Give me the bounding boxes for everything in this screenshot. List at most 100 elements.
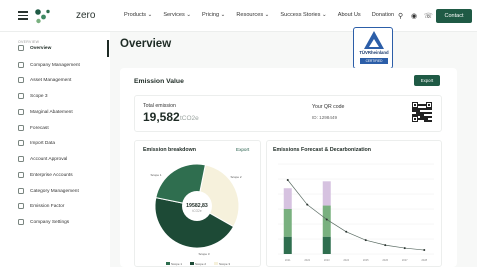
trend-line — [287, 179, 425, 251]
globe-icon[interactable]: ◉ — [411, 12, 417, 20]
pie-label: Scope 2 — [230, 175, 241, 179]
x-tick-label: 2026 — [382, 258, 388, 262]
badge-brand: TÜVRheinland — [359, 50, 389, 55]
search-icon[interactable]: ⚲ — [398, 12, 403, 20]
legend-swatch — [214, 262, 218, 265]
total-emission-label: Total emission — [143, 103, 176, 109]
nav-donation[interactable]: Donation — [372, 12, 394, 18]
legend-label: Scope 3 — [219, 262, 230, 266]
main-nav: Products ⌄ Services ⌄ Pricing ⌄ Resource… — [124, 12, 394, 18]
contact-button[interactable]: Contact — [436, 9, 472, 23]
top-navbar: zero Products ⌄ Services ⌄ Pricing ⌄ Res… — [0, 0, 477, 32]
x-tick-label: 2025 — [363, 258, 369, 262]
emission-value-title: Emission Value — [134, 78, 184, 85]
logo-text: zero — [76, 10, 96, 21]
sidebar-item-label: Overview — [30, 45, 52, 51]
scope-icon — [18, 93, 24, 99]
sidebar-item-company-management[interactable]: Company Management — [18, 59, 110, 71]
nav-about-us[interactable]: About Us — [338, 12, 361, 18]
legend-swatch — [166, 262, 170, 265]
sidebar-item-label: Import Data — [30, 140, 56, 146]
sidebar-item-emission-factor[interactable]: Emission Factor — [18, 200, 110, 212]
sidebar-item-forecast[interactable]: Forecast — [18, 122, 110, 134]
legend-swatch — [190, 262, 194, 265]
sidebar-item-label: Category Management — [30, 188, 79, 194]
target-icon — [18, 45, 24, 51]
x-tick-label: 2027 — [402, 258, 408, 262]
sidebar-item-scope-3[interactable]: Scope 3 — [18, 90, 110, 102]
emission-breakdown-pie-chart: 19582,83tCO2eScope 1 Scope 2Scope 3Scope … — [150, 163, 242, 266]
badge-certified: CERTIFIED — [360, 58, 388, 64]
user-check-icon — [18, 156, 24, 162]
sidebar-item-label: Account Approval — [30, 156, 68, 162]
emission-breakdown-title: Emission breakdown — [143, 147, 196, 153]
total-emission-value: 19,582 — [143, 110, 180, 124]
category-icon — [18, 188, 24, 194]
sidebar-item-enterprise-accounts[interactable]: Enterprise Accounts — [18, 169, 110, 181]
tuv-certified-badge: TÜVRheinland CERTIFIED — [353, 27, 393, 69]
legend-label: Scope 1 — [171, 262, 182, 266]
sidebar-item-marginal-abatement[interactable]: Marginal Abatement — [18, 106, 110, 118]
total-emission-unit: tCO2e — [180, 115, 199, 122]
bar-segment[interactable] — [322, 236, 331, 254]
total-emission-card — [134, 95, 442, 132]
forecast-icon — [18, 125, 24, 131]
enterprise-icon — [18, 172, 24, 178]
qr-id: ID: 1298449 — [312, 115, 338, 120]
import-icon — [18, 140, 24, 146]
sidebar-item-company-settings[interactable]: Company Settings — [18, 216, 110, 228]
sidebar-item-label: Asset Management — [30, 77, 72, 83]
sidebar-item-label: Forecast — [30, 125, 49, 131]
bar-segment[interactable] — [283, 188, 292, 209]
chart-icon — [18, 109, 24, 115]
building-icon — [18, 62, 24, 68]
trend-point[interactable] — [384, 244, 387, 247]
trend-point[interactable] — [364, 239, 367, 242]
factor-icon — [18, 203, 24, 209]
sidebar-item-label: Company Management — [30, 62, 80, 68]
bar-segment[interactable] — [283, 209, 292, 237]
sidebar-item-label: Emission Factor — [30, 203, 65, 209]
trend-point[interactable] — [286, 179, 289, 181]
x-tick-label: 2024 — [343, 258, 349, 262]
nav-services[interactable]: Services ⌄ — [163, 12, 191, 18]
pie-label: Scope 3 — [198, 252, 209, 256]
trend-point[interactable] — [403, 247, 406, 250]
bar-segment[interactable] — [322, 181, 331, 206]
trend-point[interactable] — [306, 203, 309, 206]
hamburger-menu-icon[interactable] — [18, 11, 28, 20]
sidebar-item-category-management[interactable]: Category Management — [18, 185, 110, 197]
emissions-forecast-chart: 2021 2022 2023 2024 2025 2026 2027 2028 — [278, 163, 434, 262]
x-tick-label: 2021 — [285, 258, 291, 262]
x-tick-label: 2028 — [421, 258, 427, 262]
nav-pricing[interactable]: Pricing ⌄ — [202, 12, 225, 18]
sidebar-item-label: Enterprise Accounts — [30, 172, 73, 178]
bar-segment[interactable] — [283, 236, 292, 254]
pie-center-unit: tCO2e — [192, 209, 201, 213]
x-tick-label: 2022 — [304, 258, 310, 262]
breakdown-export-link[interactable]: Export — [236, 147, 249, 152]
settings-icon — [18, 219, 24, 225]
qr-label: Your QR code — [312, 104, 345, 110]
trend-point[interactable] — [325, 218, 328, 221]
sidebar-item-import-data[interactable]: Import Data — [18, 137, 110, 149]
emissions-forecast-title: Emissions Forecast & Decarbonization — [273, 147, 372, 153]
nav-resources[interactable]: Resources ⌄ — [236, 12, 269, 18]
sidebar-item-label: Scope 3 — [30, 93, 48, 99]
sidebar-item-overview[interactable]: Overview — [18, 42, 110, 54]
box-icon — [18, 77, 24, 83]
pie-label: Scope 1 — [150, 173, 161, 177]
nav-products[interactable]: Products ⌄ — [124, 12, 152, 18]
legend-label: Scope 2 — [195, 262, 206, 266]
nav-success-stories[interactable]: Success Stories ⌄ — [280, 12, 326, 18]
sidebar-item-label: Company Settings — [30, 219, 70, 225]
sidebar-item-account-approval[interactable]: Account Approval — [18, 153, 110, 165]
sidebar-item-asset-management[interactable]: Asset Management — [18, 74, 110, 86]
trend-point[interactable] — [423, 249, 426, 252]
trend-point[interactable] — [345, 230, 348, 233]
x-tick-label: 2023 — [324, 258, 330, 262]
export-button[interactable]: Export — [414, 75, 440, 86]
active-indicator — [107, 40, 109, 57]
qr-code-icon[interactable] — [412, 102, 432, 122]
phone-icon[interactable]: ☏ — [424, 12, 433, 20]
